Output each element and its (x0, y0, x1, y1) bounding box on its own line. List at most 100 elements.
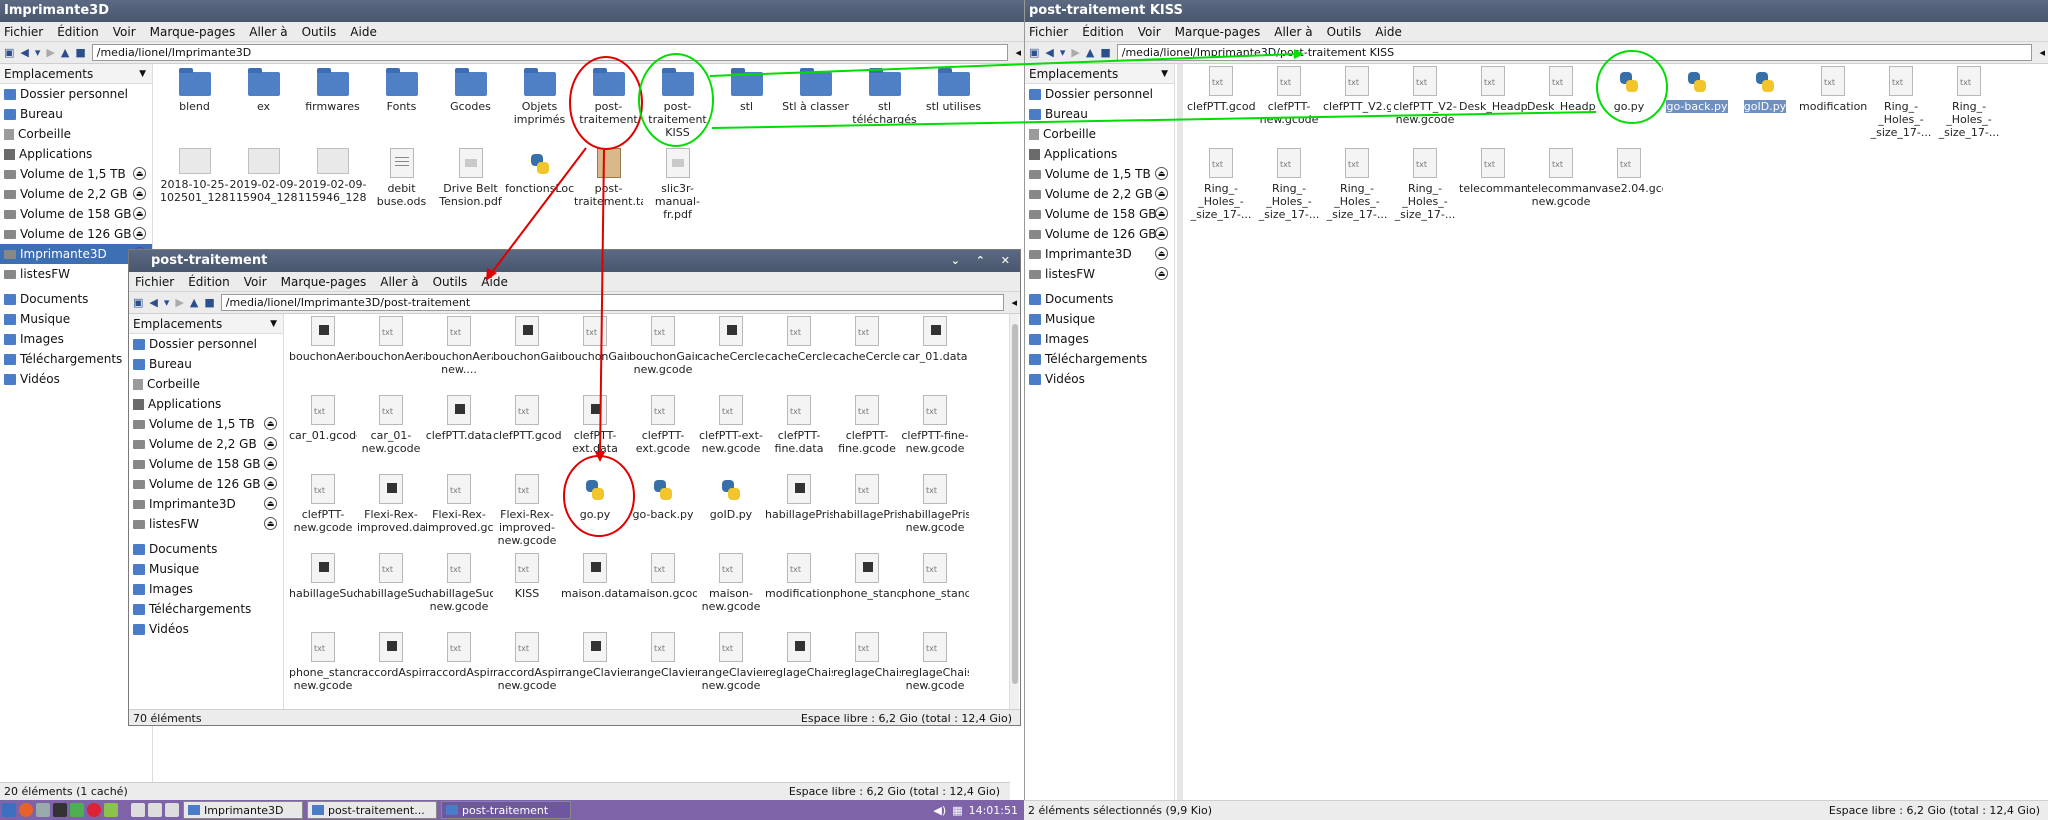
forward-arrow-icon[interactable]: ▶ (175, 296, 183, 309)
clock[interactable]: 14:01:51 (969, 804, 1018, 817)
file-item[interactable]: raccordAspirateur.gcode (425, 632, 493, 708)
menu-item-3[interactable]: Marque-pages (150, 25, 236, 39)
chevron-down-icon[interactable]: ▾ (164, 296, 170, 309)
eject-icon[interactable]: ⏏ (1155, 207, 1168, 220)
menu-item-1[interactable]: Édition (188, 275, 230, 289)
location-bar[interactable]: /media/lionel/Imprimante3D/post-traiteme… (220, 294, 1017, 311)
places-header[interactable]: Emplacements ▼ (1025, 64, 1174, 84)
file-item[interactable]: raccordAspirateur-new.gcode (493, 632, 561, 708)
sidebar-item[interactable]: Images (129, 579, 283, 599)
file-item[interactable]: clefPTT-fine-new.gcode (901, 395, 969, 474)
file-item[interactable]: ex (229, 66, 298, 148)
menu-item-2[interactable]: Voir (244, 275, 267, 289)
taskbar-window-button[interactable]: post-traitement... (307, 801, 437, 819)
chevron-down-icon[interactable]: ▼ (139, 64, 146, 84)
new-folder-icon[interactable]: ▣ (133, 296, 143, 309)
file-item[interactable]: Flexi-Rex-improved-new.gcode (493, 474, 561, 553)
sidebar-item[interactable]: Dossier personnel (0, 84, 152, 104)
eject-icon[interactable]: ⏏ (264, 497, 277, 510)
menu-item-6[interactable]: Aide (350, 25, 377, 39)
menu-item-6[interactable]: Aide (1375, 25, 1402, 39)
menu-item-5[interactable]: Outils (433, 275, 468, 289)
chevron-down-icon[interactable]: ▼ (270, 314, 277, 334)
file-item[interactable]: go-back.py (629, 474, 697, 553)
chevron-down-icon[interactable]: ▾ (1060, 46, 1066, 59)
menu-item-2[interactable]: Voir (1138, 25, 1161, 39)
up-arrow-icon[interactable]: ▲ (61, 46, 69, 59)
desktop-1-icon[interactable] (131, 803, 145, 817)
eject-icon[interactable]: ⏏ (264, 457, 277, 470)
file-item[interactable]: Stl à classer (781, 66, 850, 148)
file-item[interactable]: phone_stand_allonge-new.gcode (289, 632, 357, 708)
sidebar-item[interactable]: Applications (0, 144, 152, 164)
back-arrow-icon[interactable]: ◀ (1045, 46, 1053, 59)
sidebar-item[interactable]: Dossier personnel (129, 334, 283, 354)
file-item[interactable]: debit buse.ods (367, 148, 436, 230)
sidebar-item[interactable]: Bureau (0, 104, 152, 124)
eject-icon[interactable]: ⏏ (1155, 167, 1168, 180)
file-item[interactable]: clefPTT.data (425, 395, 493, 474)
forward-arrow-icon[interactable]: ▶ (46, 46, 54, 59)
file-item[interactable]: fonctionsLocales.py (505, 148, 574, 230)
sidebar-item[interactable]: Téléchargements (1025, 349, 1174, 369)
sidebar-item[interactable]: Corbeille (0, 124, 152, 144)
file-item[interactable]: modifications (765, 553, 833, 632)
file-item[interactable]: car_01.data (901, 316, 969, 395)
sidebar-item[interactable]: Corbeille (1025, 124, 1174, 144)
menu-item-1[interactable]: Édition (57, 25, 99, 39)
file-item[interactable]: habillagePriseSucre.gcode (833, 474, 901, 553)
chevron-down-icon[interactable]: ▾ (35, 46, 41, 59)
eject-icon[interactable]: ⏏ (1155, 227, 1168, 240)
file-item[interactable]: reglageChaise-new.gcode (901, 632, 969, 708)
file-item[interactable]: clefPTT-new.gcode (1255, 66, 1323, 148)
file-item[interactable]: clefPTT-fine.data (765, 395, 833, 474)
sidebar-item[interactable]: Bureau (1025, 104, 1174, 124)
file-item[interactable]: cacheCercleOptiqueDashCam-... (833, 316, 901, 395)
file-item[interactable]: telecommandeAudio.gcode (1459, 148, 1527, 230)
file-item[interactable]: blend (160, 66, 229, 148)
file-item[interactable]: habillagePriseSucre.data (765, 474, 833, 553)
file-item[interactable]: clefPTT_V2.gcode (1323, 66, 1391, 148)
forward-arrow-icon[interactable]: ▶ (1071, 46, 1079, 59)
file-item[interactable]: clefPTT-ext-new.gcode (697, 395, 765, 474)
file-item[interactable]: clefPTT-ext.gcode (629, 395, 697, 474)
sidebar-item[interactable]: Volume de 1,5 TB ⏏ (0, 164, 152, 184)
sidebar-item[interactable]: Corbeille (129, 374, 283, 394)
desktop-3-icon[interactable] (165, 803, 179, 817)
files-icon[interactable] (36, 803, 50, 817)
file-item[interactable]: 2019-02-09-115946_1280x800_sc... (298, 148, 367, 230)
chrome-icon[interactable] (87, 803, 101, 817)
scrollbar-thumb[interactable] (1012, 324, 1018, 684)
file-item[interactable]: Ring_-_Holes_-_size_17-... (1255, 148, 1323, 230)
file-item[interactable]: Ring_-_Holes_-_size_17-... (1935, 66, 2003, 148)
notes-icon[interactable] (104, 803, 118, 817)
sidebar-item[interactable]: Imprimante3D ⏏ (1025, 244, 1174, 264)
eject-icon[interactable]: ⏏ (1155, 187, 1168, 200)
menu-item-2[interactable]: Voir (113, 25, 136, 39)
sidebar-item[interactable]: Téléchargements (129, 599, 283, 619)
file-item[interactable]: car_01.gcode (289, 395, 357, 474)
clear-icon[interactable]: ◂ (1015, 45, 1021, 60)
file-item[interactable]: Ring_-_Holes_-_size_17-... (1391, 148, 1459, 230)
file-item[interactable]: habillagePriseSucre-new.gcode (901, 474, 969, 553)
file-item[interactable]: Objets imprimés (505, 66, 574, 148)
file-item[interactable]: Ring_-_Holes_-_size_17-... (1867, 66, 1935, 148)
clear-icon[interactable]: ◂ (2039, 45, 2045, 60)
file-item[interactable]: stl (712, 66, 781, 148)
firefox-icon[interactable] (19, 803, 33, 817)
file-item[interactable]: rangeClavier-new.gcode (697, 632, 765, 708)
up-arrow-icon[interactable]: ▲ (190, 296, 198, 309)
file-item[interactable]: Flexi-Rex-improved.gcode (425, 474, 493, 553)
clear-icon[interactable]: ◂ (1011, 295, 1017, 310)
up-arrow-icon[interactable]: ▲ (1086, 46, 1094, 59)
file-item[interactable]: clefPTT_V2-new.gcode (1391, 66, 1459, 148)
eject-icon[interactable]: ⏏ (264, 437, 277, 450)
pane-splitter[interactable] (1177, 64, 1183, 800)
menu-item-3[interactable]: Marque-pages (281, 275, 367, 289)
file-item[interactable]: reglageChaise.data (765, 632, 833, 708)
file-item[interactable]: rangeClavier.data (561, 632, 629, 708)
window-controls[interactable]: ⌄ ⌃ ✕ (951, 250, 1016, 272)
back-arrow-icon[interactable]: ◀ (20, 46, 28, 59)
sidebar-item[interactable]: Vidéos (129, 619, 283, 639)
file-item[interactable]: clefPTT.gcode (1187, 66, 1255, 148)
